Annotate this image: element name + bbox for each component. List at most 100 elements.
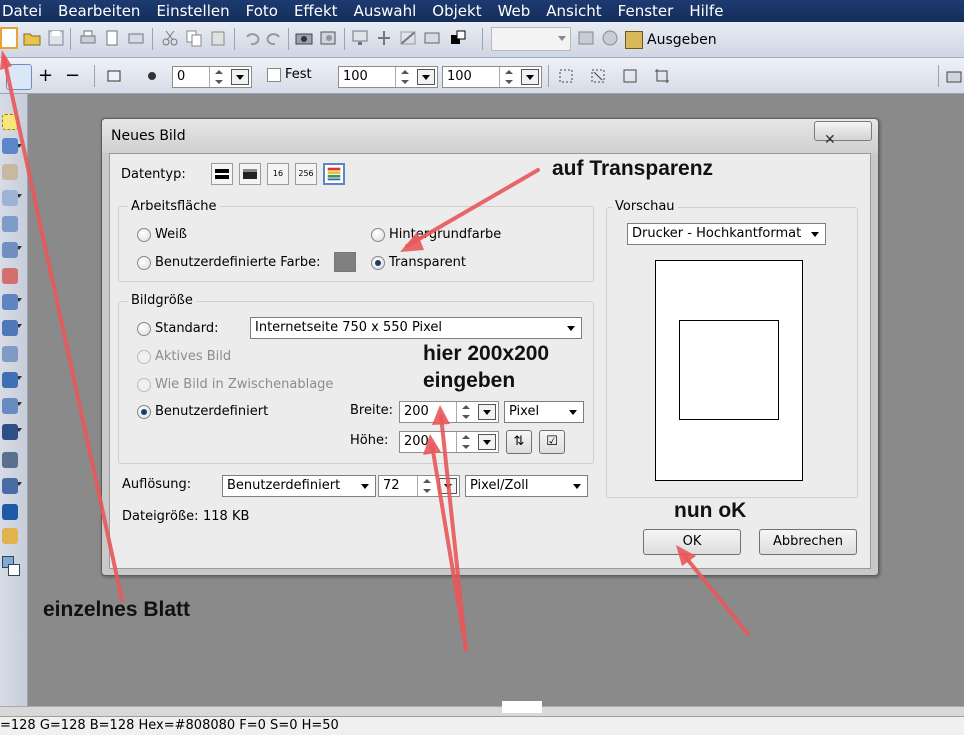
wie-bild-radio[interactable]	[137, 378, 151, 392]
datentyp-256-button[interactable]: 256	[295, 163, 317, 185]
datentyp-2color-button[interactable]	[211, 163, 233, 185]
vorschau-select[interactable]: Drucker - Hochkantformat	[627, 223, 826, 245]
new-image-icon[interactable]	[0, 27, 18, 49]
height-spinner[interactable]: 100	[442, 66, 542, 88]
promote-selection-icon[interactable]	[652, 66, 672, 86]
zoom-tool-icon[interactable]	[2, 452, 18, 468]
open-folder-icon[interactable]	[22, 28, 42, 48]
ok-button[interactable]: OK	[643, 529, 741, 555]
text-tool-icon[interactable]	[2, 190, 18, 206]
breite-dropdown[interactable]	[478, 404, 496, 420]
gradient-tool-icon[interactable]	[2, 372, 18, 388]
eyedropper-tool-icon[interactable]	[2, 478, 18, 494]
transform-tool-icon[interactable]	[2, 216, 18, 232]
feather-spinner[interactable]: 0	[172, 66, 252, 88]
hand-tool-icon[interactable]	[2, 528, 18, 544]
custom-color-swatch[interactable]	[334, 252, 356, 272]
eraser-tool-icon[interactable]	[2, 398, 18, 414]
paste-icon[interactable]	[208, 28, 228, 48]
aufloesung-spinner[interactable]: 72	[378, 475, 460, 497]
pen-tool-icon[interactable]	[2, 504, 18, 520]
aufloesung-dropdown[interactable]	[439, 478, 457, 494]
hoehe-dropdown[interactable]	[478, 434, 496, 450]
breite-spinner[interactable]: 200	[399, 401, 499, 423]
standard-radio[interactable]	[137, 322, 151, 336]
browser-icon[interactable]	[576, 28, 596, 48]
adjust-icon[interactable]	[374, 28, 394, 48]
width-spinner[interactable]: 100	[338, 66, 438, 88]
feather-updown[interactable]	[209, 67, 227, 87]
standard-select[interactable]: Internetseite 750 x 550 Pixel	[250, 317, 582, 339]
subtract-mode-icon[interactable]: −	[65, 65, 80, 86]
menu-einstellen[interactable]: Einstellen	[148, 0, 237, 22]
smudge-tool-icon[interactable]	[2, 424, 18, 440]
scroll-thumb[interactable]	[502, 701, 542, 713]
aktives-bild-radio[interactable]	[137, 350, 151, 364]
select-all-icon[interactable]	[556, 66, 576, 86]
redeye-tool-icon[interactable]	[2, 268, 18, 284]
add-mode-icon[interactable]: +	[38, 65, 53, 86]
cut-icon[interactable]	[160, 28, 180, 48]
palette-toggle-icon[interactable]	[944, 66, 964, 86]
crop-to-selection-icon[interactable]	[620, 66, 640, 86]
menu-datei[interactable]: Datei	[0, 0, 50, 22]
menu-effekt[interactable]: Effekt	[286, 0, 346, 22]
selection-mode-icon[interactable]	[6, 64, 32, 90]
swap-dimensions-button[interactable]: ⇅	[506, 430, 532, 454]
page-setup-icon[interactable]	[102, 28, 122, 48]
zoom-combo[interactable]	[491, 27, 571, 51]
width-dropdown[interactable]	[417, 69, 435, 85]
shape-icon[interactable]	[104, 66, 124, 86]
abbrechen-button[interactable]: Abbrechen	[759, 529, 857, 555]
menu-objekt[interactable]: Objekt	[424, 0, 489, 22]
print-icon[interactable]	[78, 28, 98, 48]
clone-tool-icon[interactable]	[2, 320, 18, 336]
hoehe-spinner[interactable]: 200	[399, 431, 499, 453]
benutzerdefinierte-farbe-radio[interactable]	[137, 256, 151, 270]
datentyp-grey-button[interactable]	[239, 163, 261, 185]
select-none-icon[interactable]	[588, 66, 608, 86]
close-button[interactable]: ✕	[814, 121, 872, 148]
move-tool-icon[interactable]	[2, 164, 18, 180]
monitor-icon[interactable]	[350, 28, 370, 48]
fest-checkbox[interactable]	[267, 68, 281, 82]
feather-icon[interactable]	[142, 66, 162, 86]
selection-tool-icon[interactable]	[2, 114, 18, 130]
menu-bearbeiten[interactable]: Bearbeiten	[50, 0, 148, 22]
save-icon[interactable]	[46, 28, 66, 48]
width-updown[interactable]	[395, 67, 413, 87]
benutzerdefiniert-radio[interactable]	[137, 405, 151, 419]
web-icon[interactable]	[600, 28, 620, 48]
datentyp-16-button[interactable]: 16	[267, 163, 289, 185]
background-color-swatch[interactable]	[8, 564, 20, 576]
datentyp-16mio-button[interactable]	[323, 163, 345, 185]
height-updown[interactable]	[499, 67, 517, 87]
menu-hilfe[interactable]: Hilfe	[681, 0, 731, 22]
scan-icon[interactable]	[126, 28, 146, 48]
breite-updown[interactable]	[456, 402, 474, 422]
ausgeben-button[interactable]: Ausgeben	[625, 28, 717, 52]
menu-ansicht[interactable]: Ansicht	[538, 0, 609, 22]
undo-icon[interactable]	[242, 28, 262, 48]
camera-icon[interactable]	[294, 28, 314, 48]
menu-foto[interactable]: Foto	[238, 0, 286, 22]
aufloesung-unit-select[interactable]: Pixel/Zoll	[465, 475, 588, 497]
menu-web[interactable]: Web	[490, 0, 539, 22]
unit-select[interactable]: Pixel	[504, 401, 584, 423]
hoehe-updown[interactable]	[456, 432, 474, 452]
weiss-radio[interactable]	[137, 228, 151, 242]
bucket-tool-icon[interactable]	[2, 346, 18, 362]
aufloesung-mode-select[interactable]: Benutzerdefiniert	[222, 475, 376, 497]
horizontal-scrollbar[interactable]	[0, 701, 964, 716]
feather-dropdown[interactable]	[231, 69, 249, 85]
redo-icon[interactable]	[264, 28, 284, 48]
crop-icon[interactable]	[398, 28, 418, 48]
copy-icon[interactable]	[184, 28, 204, 48]
screenshot-icon[interactable]	[318, 28, 338, 48]
hintergrundfarbe-radio[interactable]	[371, 228, 385, 242]
lasso-tool-icon[interactable]	[2, 138, 18, 154]
effects-icon[interactable]	[422, 28, 442, 48]
aufloesung-updown[interactable]	[417, 476, 435, 496]
transparent-radio[interactable]	[371, 256, 385, 270]
crop-tool-icon[interactable]	[2, 242, 18, 258]
